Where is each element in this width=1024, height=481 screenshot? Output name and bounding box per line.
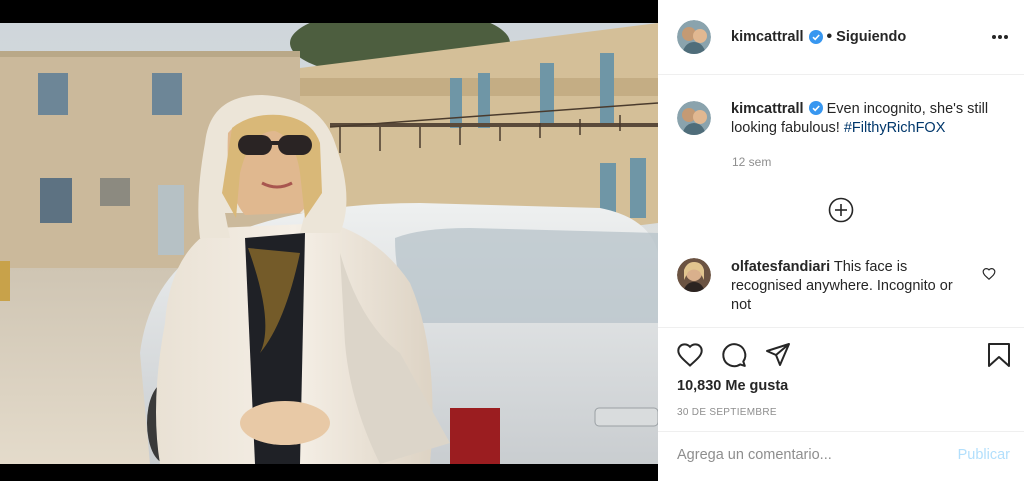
hashtag-link[interactable]: #FilthyRichFOX — [844, 120, 946, 136]
comment-input[interactable] — [677, 447, 937, 463]
more-options-icon[interactable] — [990, 27, 1010, 47]
verified-icon — [808, 101, 823, 115]
comment-username[interactable]: olfatesfandiari — [731, 259, 830, 275]
username[interactable]: kimcattrall — [731, 29, 804, 45]
bookmark-icon[interactable] — [985, 341, 1013, 369]
add-circle-icon[interactable] — [828, 197, 854, 223]
likes-count[interactable]: 10,830 Me gusta — [677, 378, 788, 394]
share-icon[interactable] — [764, 341, 792, 369]
follow-status-button[interactable]: Siguiendo — [836, 29, 906, 45]
publish-button[interactable]: Publicar — [958, 447, 1010, 463]
actions-section: 10,830 Me gusta 30 DE SEPTIEMBRE — [658, 327, 1024, 431]
post-photo[interactable] — [0, 23, 658, 464]
comment-heart-icon[interactable] — [982, 267, 996, 281]
post-caption: kimcattrall Even incognito, she's still … — [677, 100, 1007, 138]
comment-item: olfatesfandiari This face is recognised … — [677, 258, 1007, 315]
add-comment-bar: Publicar — [658, 431, 1024, 481]
caption-avatar[interactable] — [677, 101, 711, 135]
verified-icon — [808, 30, 823, 44]
separator-dot: • — [826, 28, 833, 45]
caption-username[interactable]: kimcattrall — [731, 101, 804, 117]
comment-icon[interactable] — [720, 341, 748, 369]
heart-icon[interactable] — [676, 341, 704, 369]
comment-text: olfatesfandiari This face is recognised … — [731, 258, 961, 315]
caption-text: kimcattrall Even incognito, she's still … — [731, 100, 991, 138]
post-time[interactable]: 12 sem — [732, 155, 771, 169]
avatar[interactable] — [677, 20, 711, 54]
post-date[interactable]: 30 DE SEPTIEMBRE — [677, 407, 777, 418]
post-sidebar: kimcattrall • Siguiendo kimcattrall Even… — [658, 0, 1024, 481]
comment-avatar[interactable] — [677, 258, 711, 292]
photo-panel — [0, 0, 658, 481]
post-header: kimcattrall • Siguiendo — [658, 0, 1024, 75]
